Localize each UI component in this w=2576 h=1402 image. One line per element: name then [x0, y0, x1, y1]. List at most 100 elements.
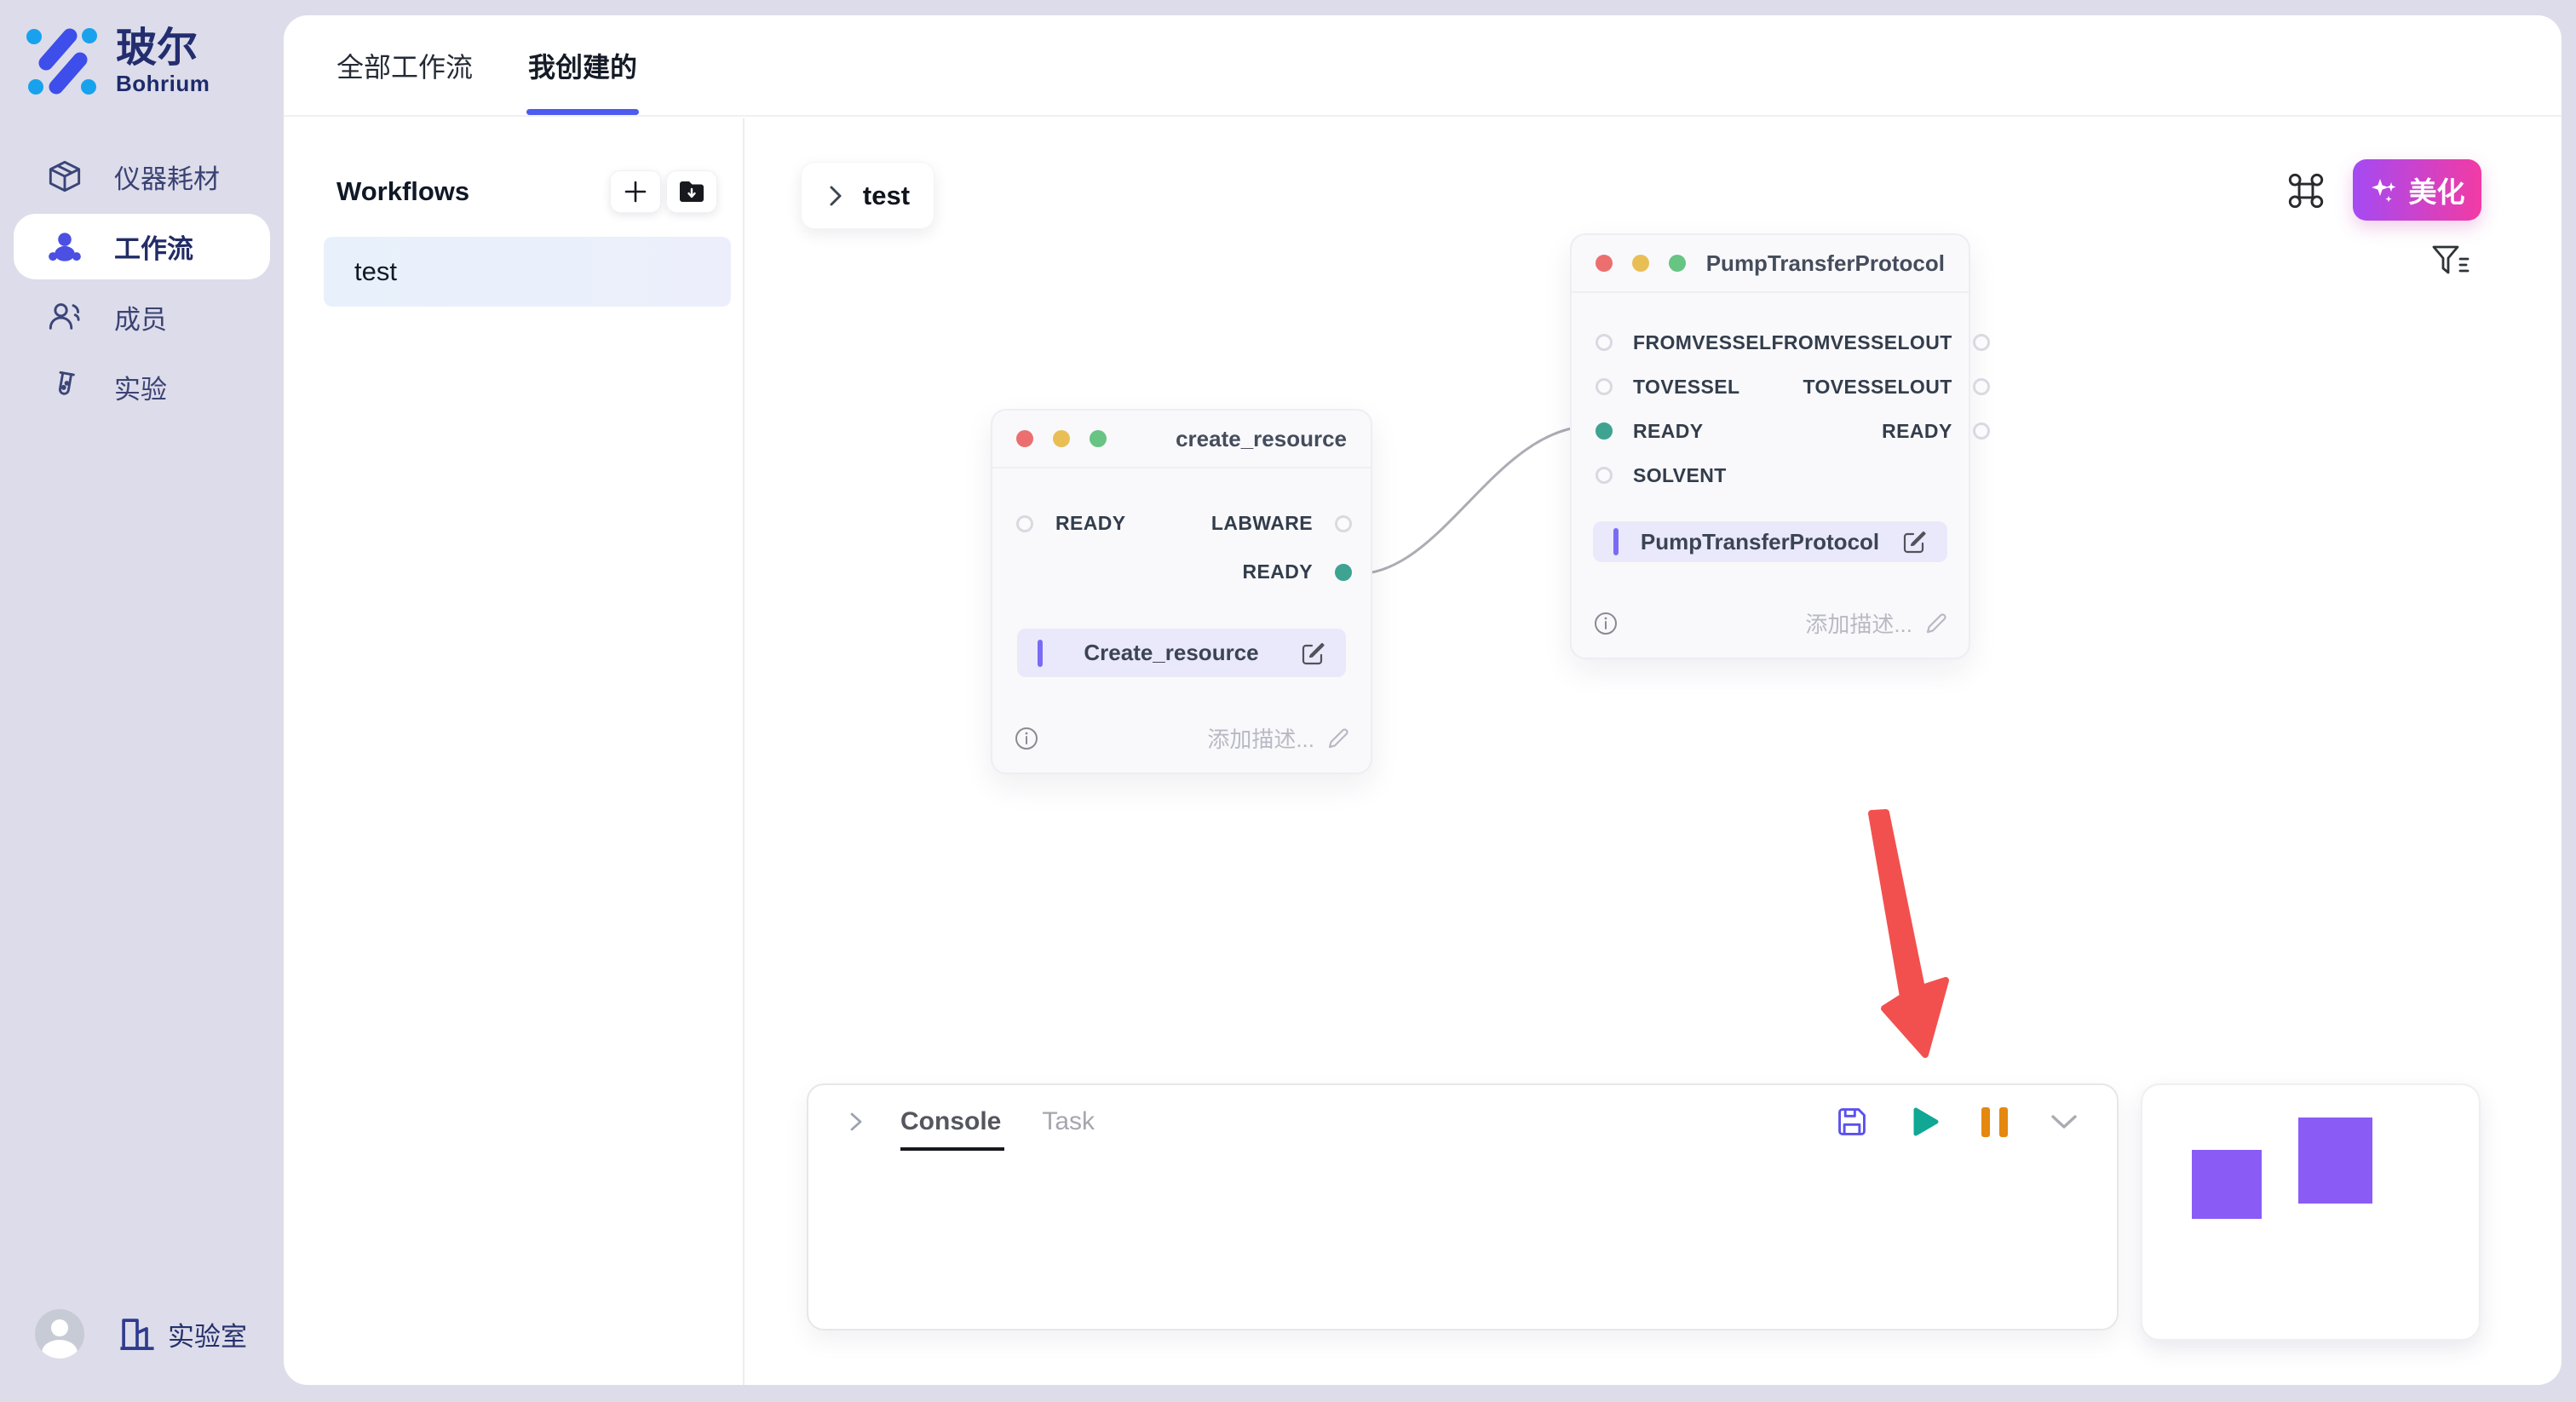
workflows-header: Workflows — [336, 170, 717, 214]
output-port-handle-labware[interactable] — [1335, 515, 1352, 532]
main-panel: 全部工作流 我创建的 Workflows — [284, 15, 2562, 1385]
chevron-down-icon — [2049, 1112, 2079, 1132]
description-placeholder[interactable]: 添加描述... — [1207, 722, 1350, 754]
dot-red[interactable] — [1016, 430, 1033, 447]
node-header: create_resource — [992, 411, 1371, 468]
lab-switcher[interactable]: 实验室 — [118, 1314, 247, 1353]
console-panel: Console Task — [807, 1083, 2119, 1330]
sidebar-item-label: 工作流 — [114, 227, 193, 266]
sidebar-item-label: 成员 — [114, 298, 167, 336]
pause-icon — [1981, 1107, 2008, 1137]
sidebar-footer: 实验室 — [35, 1309, 247, 1359]
description-placeholder[interactable]: 添加描述... — [1805, 607, 1948, 639]
edit-icon[interactable] — [1901, 529, 1927, 554]
output-port-handle-ready[interactable] — [1973, 422, 1990, 440]
node-pump-transfer-protocol[interactable]: PumpTransferProtocol FROMVESSEL TOVESSEL… — [1570, 233, 1970, 659]
workflow-tabs: 全部工作流 我创建的 — [284, 15, 2562, 117]
port-row: LABWARE — [1184, 499, 1352, 548]
input-port-handle-ready[interactable] — [1596, 422, 1613, 440]
input-port-handle-ready[interactable] — [1016, 515, 1033, 532]
user-avatar[interactable] — [35, 1309, 84, 1359]
port-row: READY — [1016, 499, 1184, 548]
brand-name-zh: 玻尔 — [116, 26, 210, 71]
sparkles-icon — [2370, 175, 2399, 204]
beautify-button[interactable]: 美化 — [2353, 159, 2481, 221]
dot-yellow[interactable] — [1053, 430, 1070, 447]
output-port-handle-ready[interactable] — [1335, 564, 1352, 581]
port-row: TOVESSEL — [1596, 365, 1771, 409]
workflow-icon — [48, 230, 82, 264]
pencil-icon — [1326, 727, 1350, 750]
tab-all-workflows[interactable]: 全部工作流 — [336, 15, 473, 115]
save-button[interactable] — [1835, 1105, 1869, 1139]
workflow-list-item-test[interactable]: test — [324, 237, 731, 307]
members-icon — [48, 300, 82, 334]
node-header: PumpTransferProtocol — [1572, 235, 1969, 293]
brand-logo[interactable]: 玻尔 Bohrium — [26, 26, 210, 97]
port-row: READY — [1771, 409, 1989, 453]
annotation-arrow — [1814, 785, 1968, 1075]
input-port-handle-fromvessel[interactable] — [1596, 334, 1613, 351]
info-icon[interactable] — [1015, 727, 1038, 750]
input-port-handle-tovessel[interactable] — [1596, 378, 1613, 395]
tab-my-created[interactable]: 我创建的 — [528, 15, 637, 115]
port-row: FROMVESSELOUT — [1771, 320, 1989, 365]
sidebar-nav: 仪器耗材 工作流 成员 — [0, 141, 284, 422]
info-icon[interactable] — [1594, 612, 1618, 635]
console-expand-chevron-icon[interactable] — [846, 1110, 866, 1134]
bohrium-logo-icon — [26, 26, 99, 97]
node-title: create_resource — [1176, 426, 1347, 452]
minimap-node — [2192, 1150, 2262, 1219]
workflow-item-name: test — [354, 256, 397, 287]
sidebar-item-experiments[interactable]: 实验 — [0, 352, 284, 422]
tab-console[interactable]: Console — [900, 1107, 1001, 1136]
run-button[interactable] — [1910, 1106, 1941, 1137]
dot-yellow[interactable] — [1632, 255, 1649, 272]
canvas-breadcrumb[interactable]: test — [801, 162, 934, 229]
output-port-handle-tovesselout[interactable] — [1973, 378, 1990, 395]
port-row: READY — [1596, 409, 1771, 453]
import-folder-button[interactable] — [666, 170, 717, 213]
tab-task[interactable]: Task — [1042, 1107, 1095, 1136]
edit-icon[interactable] — [1300, 641, 1325, 666]
node-title: PumpTransferProtocol — [1706, 250, 1945, 277]
node-create-resource[interactable]: create_resource READY LABWARE READY — [991, 409, 1372, 774]
dot-green[interactable] — [1669, 255, 1686, 272]
canvas-minimap[interactable] — [2141, 1083, 2481, 1341]
collapse-console-button[interactable] — [2049, 1112, 2079, 1132]
workflows-panel: Workflows — [284, 118, 745, 1385]
chevron-right-icon — [825, 184, 846, 208]
pencil-icon — [1924, 612, 1948, 635]
traffic-dots — [1596, 255, 1686, 272]
workflows-title: Workflows — [336, 176, 469, 207]
port-row: TOVESSELOUT — [1771, 365, 1989, 409]
filter-button[interactable] — [2431, 242, 2470, 281]
plus-icon — [623, 179, 648, 204]
play-icon — [1910, 1106, 1941, 1137]
dot-green[interactable] — [1090, 430, 1107, 447]
minimap-node — [2298, 1118, 2372, 1204]
edge-create-resource-to-pump — [1346, 411, 1601, 598]
beautify-label: 美化 — [2409, 170, 2465, 210]
save-icon — [1835, 1105, 1869, 1139]
node-task-pill[interactable]: Create_resource — [1017, 629, 1346, 677]
port-row: READY — [1184, 548, 1352, 596]
pause-button[interactable] — [1981, 1107, 2008, 1137]
sidebar-item-instruments[interactable]: 仪器耗材 — [0, 141, 284, 211]
lab-label: 实验室 — [168, 1315, 247, 1353]
building-icon — [118, 1314, 156, 1353]
port-row: SOLVENT — [1596, 453, 1771, 497]
dot-red[interactable] — [1596, 255, 1613, 272]
output-port-handle-fromvesselout[interactable] — [1973, 334, 1990, 351]
node-task-pill[interactable]: PumpTransferProtocol — [1593, 521, 1947, 562]
port-row: FROMVESSEL — [1596, 320, 1771, 365]
breadcrumb-label: test — [863, 181, 910, 211]
sidebar-item-workflow[interactable]: 工作流 — [14, 214, 270, 279]
box-icon — [48, 159, 82, 193]
filter-icon — [2431, 244, 2470, 279]
layout-command-button[interactable] — [2286, 170, 2326, 211]
add-workflow-button[interactable] — [610, 170, 661, 213]
sidebar-item-members[interactable]: 成员 — [0, 282, 284, 352]
command-icon — [2287, 172, 2325, 210]
input-port-handle-solvent[interactable] — [1596, 467, 1613, 484]
